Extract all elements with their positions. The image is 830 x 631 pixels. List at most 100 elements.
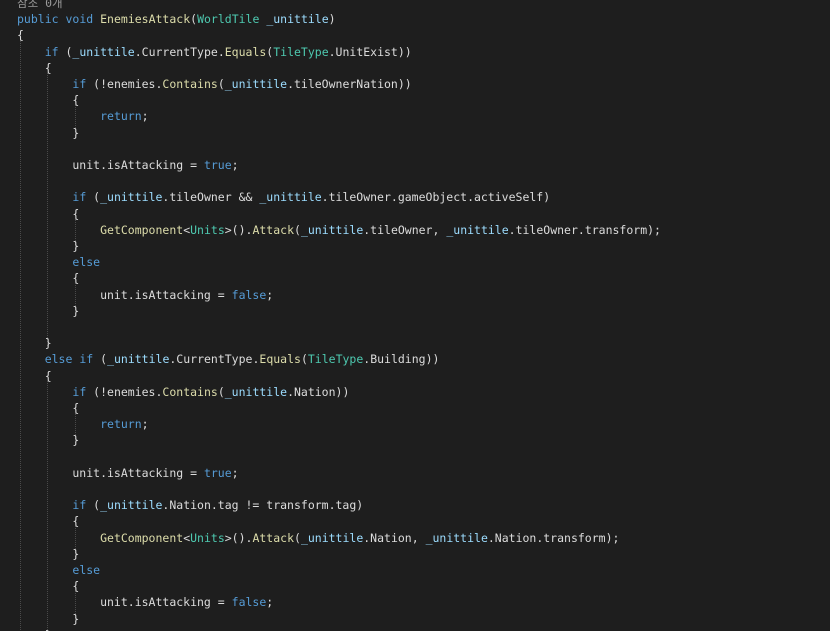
code-token: } bbox=[17, 433, 80, 448]
code-token: _unittile bbox=[300, 530, 364, 545]
code-token: } bbox=[17, 239, 80, 253]
code-line: if (_unittile.CurrentType.Equals(TileTyp… bbox=[17, 44, 412, 60]
code-line: { bbox=[17, 92, 79, 108]
code-line: if (_unittile.tileOwner && _unittile.til… bbox=[17, 189, 550, 205]
code-line: unit.isAttacking = false; bbox=[17, 594, 273, 610]
code-token: Contains bbox=[162, 384, 218, 399]
code-token: { bbox=[17, 60, 52, 75]
code-token: { bbox=[17, 514, 80, 529]
code-token: _unittile bbox=[224, 384, 288, 399]
code-token: } bbox=[17, 611, 80, 626]
code-line: { bbox=[17, 513, 79, 529]
code-token: .tileOwner.transform); bbox=[508, 222, 661, 237]
code-token: _unittile bbox=[266, 12, 329, 27]
code-line: else bbox=[17, 562, 100, 578]
code-token: _unittile bbox=[100, 190, 163, 205]
code-token: _unittile bbox=[425, 530, 488, 545]
code-token: if bbox=[72, 77, 87, 91]
code-token: Attack bbox=[252, 222, 294, 237]
code-token: GetComponent bbox=[100, 222, 184, 237]
code-token: public bbox=[17, 12, 59, 27]
code-line: { bbox=[17, 60, 52, 76]
code-token: ; bbox=[231, 158, 239, 172]
code-token: _unittile bbox=[100, 498, 163, 513]
code-line: } bbox=[17, 611, 79, 627]
code-token: >(). bbox=[224, 530, 253, 545]
code-line: { bbox=[17, 400, 79, 416]
code-token: { bbox=[17, 368, 52, 383]
code-token: _unittile bbox=[107, 352, 170, 367]
code-token: .Nation.transform); bbox=[487, 530, 620, 545]
code-line: { bbox=[17, 27, 24, 43]
code-token: .UnitExist)) bbox=[328, 44, 412, 59]
code-token: if bbox=[72, 384, 87, 399]
code-token: ( bbox=[86, 498, 101, 513]
code-token: WorldTile bbox=[197, 12, 260, 27]
code-token: _unittile bbox=[72, 44, 135, 59]
code-token: ; bbox=[141, 109, 149, 124]
code-token: ( bbox=[294, 530, 301, 545]
code-line: return; bbox=[17, 108, 149, 124]
code-token: { bbox=[17, 579, 80, 594]
code-token: GetComponent bbox=[100, 530, 184, 545]
code-token: TileType bbox=[273, 44, 329, 59]
code-token: else bbox=[72, 563, 101, 577]
code-token: void bbox=[65, 12, 94, 27]
code-line: unit.isAttacking = true; bbox=[17, 157, 239, 173]
code-token: .Building)) bbox=[363, 352, 440, 367]
code-line: unit.isAttacking = true; bbox=[17, 465, 239, 481]
code-line: if (_unittile.Nation.tag != transform.ta… bbox=[17, 497, 363, 513]
code-token: .CurrentType. bbox=[169, 352, 260, 367]
code-token: ( bbox=[294, 222, 301, 237]
code-line: } bbox=[17, 238, 79, 254]
code-token: if bbox=[72, 190, 87, 205]
code-token: _unittile bbox=[446, 222, 509, 237]
code-token: } bbox=[17, 303, 80, 318]
code-line: return; bbox=[17, 416, 148, 432]
code-token: unit.isAttacking = bbox=[17, 287, 232, 302]
code-line: else bbox=[17, 254, 100, 270]
code-token: unit.isAttacking = bbox=[17, 595, 232, 610]
code-token: if bbox=[44, 44, 59, 59]
code-token: } bbox=[17, 546, 80, 561]
code-token: .Nation)) bbox=[287, 384, 350, 399]
code-token: (!enemies. bbox=[86, 77, 163, 91]
code-token: ) bbox=[328, 12, 336, 27]
code-token: ; bbox=[231, 465, 239, 480]
code-token: TileType bbox=[307, 352, 364, 367]
code-token: .Nation, bbox=[363, 530, 426, 545]
code-token: if bbox=[72, 498, 87, 513]
code-token: Units bbox=[190, 222, 225, 237]
code-line: public void EnemiesAttack(WorldTile _uni… bbox=[17, 11, 336, 27]
code-editor[interactable]: 참조 0개 public void EnemiesAttack(WorldTile… bbox=[0, 0, 830, 631]
code-token: _unittile bbox=[224, 77, 288, 91]
code-token: _unittile bbox=[259, 190, 322, 205]
code-token: { bbox=[17, 401, 80, 415]
code-line: } bbox=[17, 432, 79, 448]
code-token: .Nation.tag != transform.tag) bbox=[162, 498, 364, 513]
code-token: { bbox=[17, 28, 24, 43]
code-token: ; bbox=[266, 595, 274, 610]
code-token: EnemiesAttack bbox=[100, 12, 191, 27]
code-token: .tileOwner.gameObject.activeSelf) bbox=[321, 190, 551, 205]
code-token: } bbox=[17, 125, 80, 140]
code-token: true bbox=[203, 465, 232, 480]
code-token: Attack bbox=[252, 530, 294, 545]
code-token: ( bbox=[93, 352, 108, 367]
code-token: _unittile bbox=[300, 222, 364, 237]
codelens-reference-count[interactable]: 참조 0개 bbox=[17, 0, 63, 11]
code-line: { bbox=[17, 206, 79, 222]
code-token: .tileOwner && bbox=[162, 190, 260, 205]
code-line: if (!enemies.Contains(_unittile.tileOwne… bbox=[17, 76, 411, 92]
code-line: GetComponent<Units>().Attack(_unittile.t… bbox=[17, 222, 661, 238]
code-token: 참조 0개 bbox=[17, 0, 63, 10]
code-token: ( bbox=[300, 352, 308, 367]
